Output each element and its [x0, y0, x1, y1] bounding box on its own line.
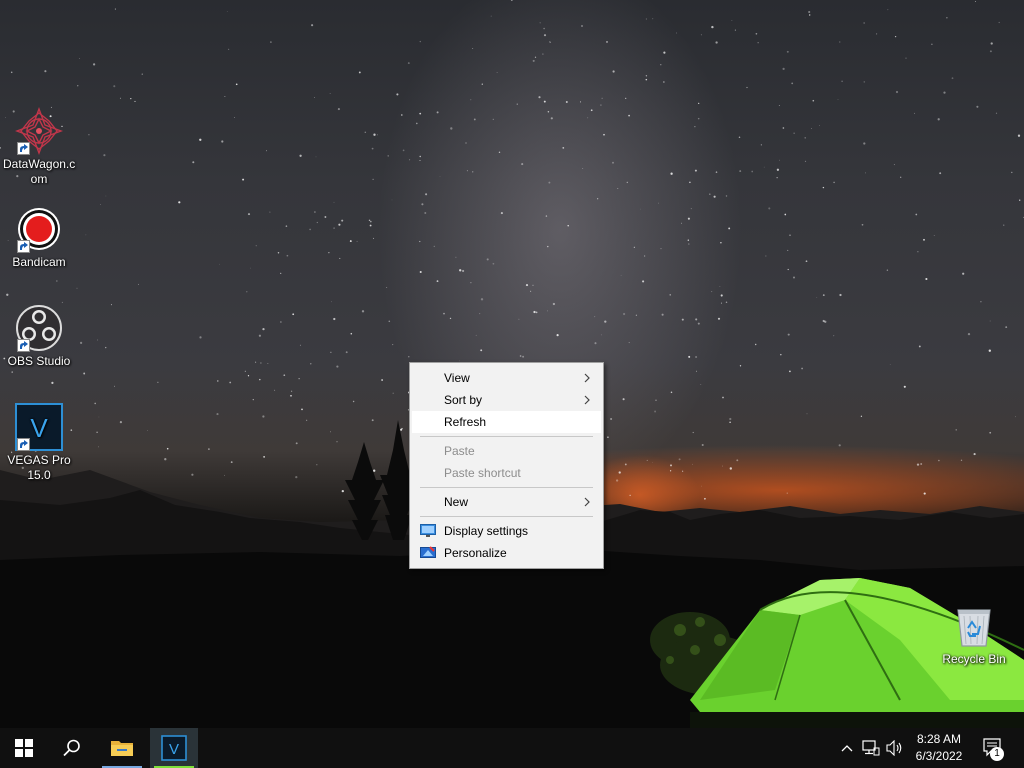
desktop-icon-obs-studio[interactable]: OBS Studio [3, 304, 75, 369]
menu-separator [420, 436, 593, 437]
menu-item-paste-shortcut[interactable]: Paste shortcut [412, 462, 601, 484]
recycle-bin-icon [957, 609, 991, 647]
menu-item-label: Personalize [444, 546, 507, 560]
menu-item-refresh[interactable]: Refresh [412, 411, 601, 433]
chevron-right-icon [584, 395, 590, 405]
desktop-icon-label: Recycle Bin [942, 652, 1006, 666]
menu-item-label: Refresh [444, 415, 487, 429]
clock-date[interactable]: 6/3/2022 [908, 749, 970, 763]
menu-item-label: Display settings [444, 524, 529, 538]
shortcut-arrow-icon [17, 240, 30, 253]
taskbar: V 8:28 AM 6/3/2022 1 [0, 728, 1024, 768]
taskbar-vegas-pro[interactable]: V [150, 728, 198, 768]
desktop-icon-label: DataWagon.c om [3, 157, 76, 186]
desktop-icon-recycle-bin[interactable]: Recycle Bin [938, 602, 1010, 667]
file-explorer-icon [111, 741, 133, 756]
menu-item-label: View [444, 371, 470, 385]
chevron-right-icon [584, 497, 590, 507]
menu-item-view[interactable]: View [412, 367, 601, 389]
desktop[interactable]: DataWagon.c om Bandicam OBS Studio V VEG… [0, 0, 1024, 728]
shortcut-arrow-icon [17, 438, 30, 451]
chevron-right-icon [584, 373, 590, 383]
desktop-context-menu: View Sort by Refresh Paste Paste shortcu… [409, 362, 604, 569]
menu-item-paste[interactable]: Paste [412, 440, 601, 462]
volume-icon[interactable] [886, 740, 904, 756]
network-icon[interactable] [862, 740, 880, 756]
shortcut-arrow-icon [17, 339, 30, 352]
menu-item-label: Paste shortcut [444, 466, 521, 480]
chevron-up-icon[interactable] [841, 743, 853, 753]
action-center-button[interactable]: 1 [980, 736, 1010, 762]
start-button[interactable] [0, 728, 48, 768]
menu-item-sort-by[interactable]: Sort by [412, 389, 601, 411]
svg-text:V: V [30, 413, 48, 443]
menu-item-label: Paste [444, 444, 475, 458]
desktop-icon-label: Bandicam [12, 255, 66, 269]
clock-time[interactable]: 8:28 AM [908, 732, 970, 746]
display-settings-icon [420, 524, 436, 537]
menu-item-personalize[interactable]: Personalize [412, 542, 601, 564]
shortcut-arrow-icon [17, 142, 30, 155]
windows-start-icon [15, 739, 33, 757]
desktop-icon-label: VEGAS Pro 15.0 [7, 453, 71, 482]
menu-item-label: New [444, 495, 469, 509]
taskbar-file-explorer[interactable] [98, 728, 146, 768]
desktop-icon-datawagon[interactable]: DataWagon.c om [3, 107, 75, 187]
vegas-pro-icon: V [161, 735, 187, 761]
search-icon [63, 739, 80, 757]
desktop-icon-bandicam[interactable]: Bandicam [3, 205, 75, 270]
notification-count-badge: 1 [990, 747, 1004, 761]
desktop-icon-label: OBS Studio [7, 354, 71, 368]
menu-separator [420, 487, 593, 488]
menu-item-label: Sort by [444, 393, 483, 407]
search-button[interactable] [48, 728, 96, 768]
desktop-icon-vegas-pro[interactable]: V VEGAS Pro 15.0 [3, 403, 75, 483]
personalize-icon [420, 546, 436, 558]
menu-separator [420, 516, 593, 517]
svg-text:V: V [169, 741, 179, 758]
menu-item-new[interactable]: New [412, 491, 601, 513]
menu-item-display-settings[interactable]: Display settings [412, 520, 601, 542]
